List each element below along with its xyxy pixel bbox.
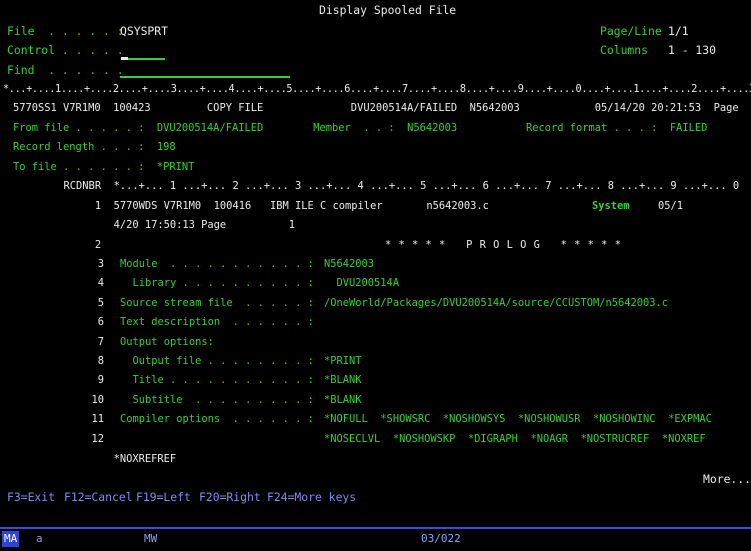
record-label: Compiler options . . . . . . : — [120, 413, 314, 425]
record-value: DVU200514A — [324, 277, 400, 289]
text-cursor — [121, 57, 128, 60]
spool-line-1: 5770SS1 V7R1M0 100423 COPY FILE DVU20051… — [13, 102, 739, 114]
record-1-date: 05/1 — [658, 200, 684, 212]
find-input[interactable] — [120, 75, 290, 78]
f3-exit-key[interactable]: F3=Exit — [7, 490, 55, 505]
f20-right-key[interactable]: F20=Right — [199, 490, 261, 505]
status-bar: MA a MW 03/022 — [0, 527, 751, 551]
screen-title: Display Spooled File — [319, 3, 457, 17]
record-number: 3 — [97, 258, 104, 270]
control-label: Control . . . . . — [7, 43, 124, 57]
record-number: 12 — [91, 433, 104, 445]
record-2-number: 2 — [26, 239, 102, 251]
page-line-value: 1/1 — [668, 24, 689, 38]
columns-label: Columns — [600, 43, 649, 57]
columns-value: 1 - 130 — [668, 43, 717, 57]
f24-more-keys[interactable]: F24=More keys — [267, 490, 356, 505]
record-label: Output file . . . . . . . . : — [120, 355, 314, 367]
record-value: *NOFULL *SHOWSRC *NOSHOWSYS *NOSHOWUSR *… — [324, 413, 712, 425]
find-label: Find . . . . . . — [7, 63, 124, 77]
cursor-position: 03/022 — [421, 532, 461, 545]
record-label: Text description . . . . . . : — [120, 316, 314, 328]
column-ruler: *...+....1....+....2....+....3....+....4… — [3, 84, 751, 95]
page-line-label: Page/Line — [600, 24, 662, 38]
record-1-system: System — [592, 200, 630, 212]
record-value: *BLANK — [324, 394, 362, 406]
record-label: Module . . . . . . . . . . . : — [120, 258, 314, 270]
record-value: *PRINT — [324, 355, 362, 367]
record-1: 1 5770WDS V7R1M0 100416 IBM ILE C compil… — [26, 200, 489, 212]
record-number: 4 — [97, 277, 104, 289]
record-value: *NOSECLVL *NOSHOWSKP *DIGRAPH *NOAGR *NO… — [324, 433, 706, 445]
rcdnbr-header: RCDNBR *...+... 1 ...+... 2 ...+... 3 ..… — [26, 180, 740, 192]
spool-to-file: To file . . . . . . : *PRINT — [13, 161, 195, 173]
status-ma: MA — [2, 531, 20, 547]
more-indicator: More... — [703, 472, 751, 486]
spool-record-length: Record length . . . : 198 — [13, 141, 176, 153]
record-1-continued: 4/20 17:50:13 Page 1 — [26, 219, 295, 231]
record-label: Title . . . . . . . . . . . : — [120, 374, 314, 386]
record-number: 5 — [97, 297, 104, 309]
record-label: Subtitle . . . . . . . . . : — [120, 394, 314, 406]
record-continued-noxrefref: *NOXREFREF — [26, 453, 177, 465]
terminal-screen: Display Spooled File File . . . . . : QS… — [0, 0, 751, 526]
f19-left-key[interactable]: F19=Left — [136, 490, 191, 505]
record-number: 9 — [97, 374, 104, 386]
prolog-banner: * * * * * P R O L O G * * * * * — [385, 239, 622, 251]
record-value: /OneWorld/Packages/DVU200514A/source/CCU… — [324, 297, 669, 309]
record-number: 11 — [91, 413, 104, 425]
f12-cancel-key[interactable]: F12=Cancel — [64, 490, 133, 505]
record-number: 7 — [97, 336, 104, 348]
status-mw: MW — [144, 532, 158, 545]
record-value: *BLANK — [324, 374, 362, 386]
record-number: 6 — [97, 316, 104, 328]
record-value: N5642003 — [324, 258, 375, 270]
status-a: a — [36, 532, 43, 545]
record-number: 10 — [91, 394, 104, 406]
record-number: 8 — [97, 355, 104, 367]
control-input[interactable] — [128, 57, 165, 60]
file-value: QSYSPRT — [120, 24, 169, 38]
spool-from-file: From file . . . . . : DVU200514A/FAILED … — [13, 122, 708, 134]
record-label: Library . . . . . . . . . . : — [120, 277, 314, 289]
record-label: Output options: — [120, 336, 214, 348]
record-label: Source stream file . . . . . : — [120, 297, 314, 309]
file-label: File . . . . . : — [7, 24, 124, 38]
